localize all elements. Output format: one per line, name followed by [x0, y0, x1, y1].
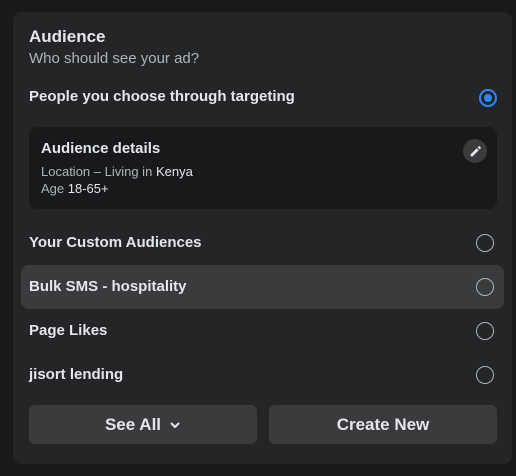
- see-all-label: See All: [104, 414, 162, 434]
- location-value: Kenya: [155, 164, 193, 179]
- age-line: Age 18-65+: [41, 181, 109, 196]
- audience-option-radio[interactable]: [476, 322, 494, 340]
- targeting-option-label: People you choose through targeting: [29, 88, 295, 105]
- targeting-option[interactable]: People you choose through targeting: [29, 88, 497, 108]
- audience-panel: Audience Who should see your ad? People …: [13, 12, 512, 464]
- see-all-button[interactable]: See All: [29, 405, 257, 444]
- audience-option-page-likes[interactable]: Page Likes: [21, 309, 504, 353]
- audience-details-title: Audience details: [41, 140, 161, 157]
- targeting-option-radio[interactable]: [479, 89, 497, 107]
- location-line: Location – Living in Kenya: [41, 164, 193, 179]
- audience-option-custom-audiences[interactable]: Your Custom Audiences: [21, 221, 504, 265]
- age-label: Age: [41, 181, 65, 196]
- audience-option-radio[interactable]: [476, 366, 494, 384]
- age-value: 18-65+: [67, 181, 109, 196]
- audience-details-card: Audience details Location – Living in Ke…: [29, 127, 497, 209]
- create-new-button[interactable]: Create New: [269, 405, 497, 444]
- section-title: Audience: [29, 27, 106, 46]
- audience-option-label: jisort lending: [29, 366, 124, 383]
- audience-option-radio[interactable]: [476, 278, 494, 296]
- edit-audience-button[interactable]: [463, 139, 487, 163]
- pencil-icon: [469, 145, 482, 158]
- audience-option-label: Page Likes: [29, 322, 108, 339]
- audience-option-label: Your Custom Audiences: [29, 234, 202, 251]
- chevron-down-icon: [169, 419, 181, 431]
- audience-option-label: Bulk SMS - hospitality: [29, 278, 187, 295]
- section-subtitle: Who should see your ad?: [29, 50, 200, 67]
- create-new-label: Create New: [336, 414, 430, 434]
- audience-option-bulk-sms[interactable]: Bulk SMS - hospitality: [21, 265, 504, 309]
- location-label: Location – Living in: [41, 164, 153, 179]
- audience-option-radio[interactable]: [476, 234, 494, 252]
- audience-option-jisort-lending[interactable]: jisort lending: [21, 353, 504, 397]
